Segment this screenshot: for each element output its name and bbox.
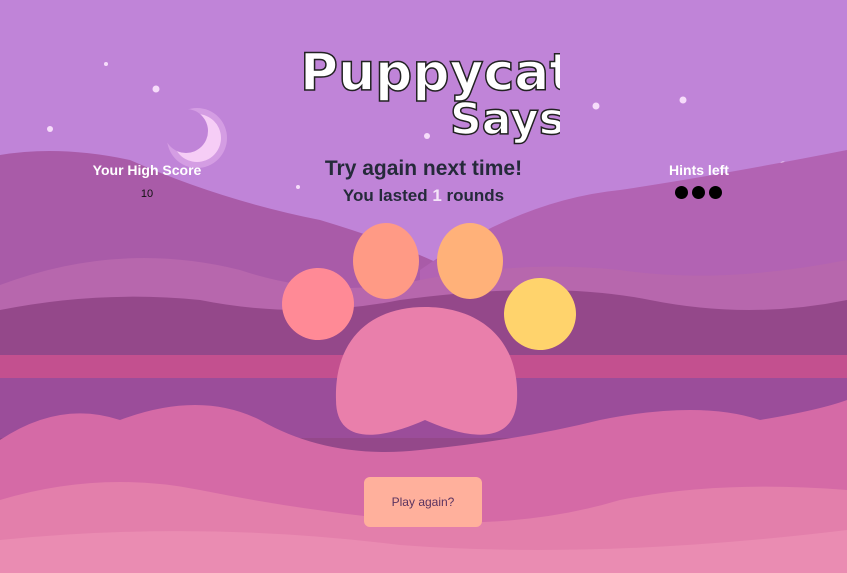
puppycat-says-logo: Puppycat Says — [299, 42, 560, 146]
logo-line2: Says — [450, 94, 560, 145]
rounds-suffix: rounds — [446, 186, 505, 205]
hint-dot-icon — [675, 186, 688, 199]
hints-remaining — [675, 186, 722, 199]
high-score-value: 10 — [140, 188, 154, 200]
hint-dot-icon — [709, 186, 722, 199]
rounds-count: 1 — [432, 186, 442, 205]
play-again-button[interactable]: Play again? — [364, 477, 482, 527]
high-score-label: Your High Score — [92, 162, 202, 178]
rounds-prefix: You lasted — [342, 186, 428, 205]
hint-dot-icon — [692, 186, 705, 199]
hints-left-label: Hints left — [669, 162, 729, 178]
